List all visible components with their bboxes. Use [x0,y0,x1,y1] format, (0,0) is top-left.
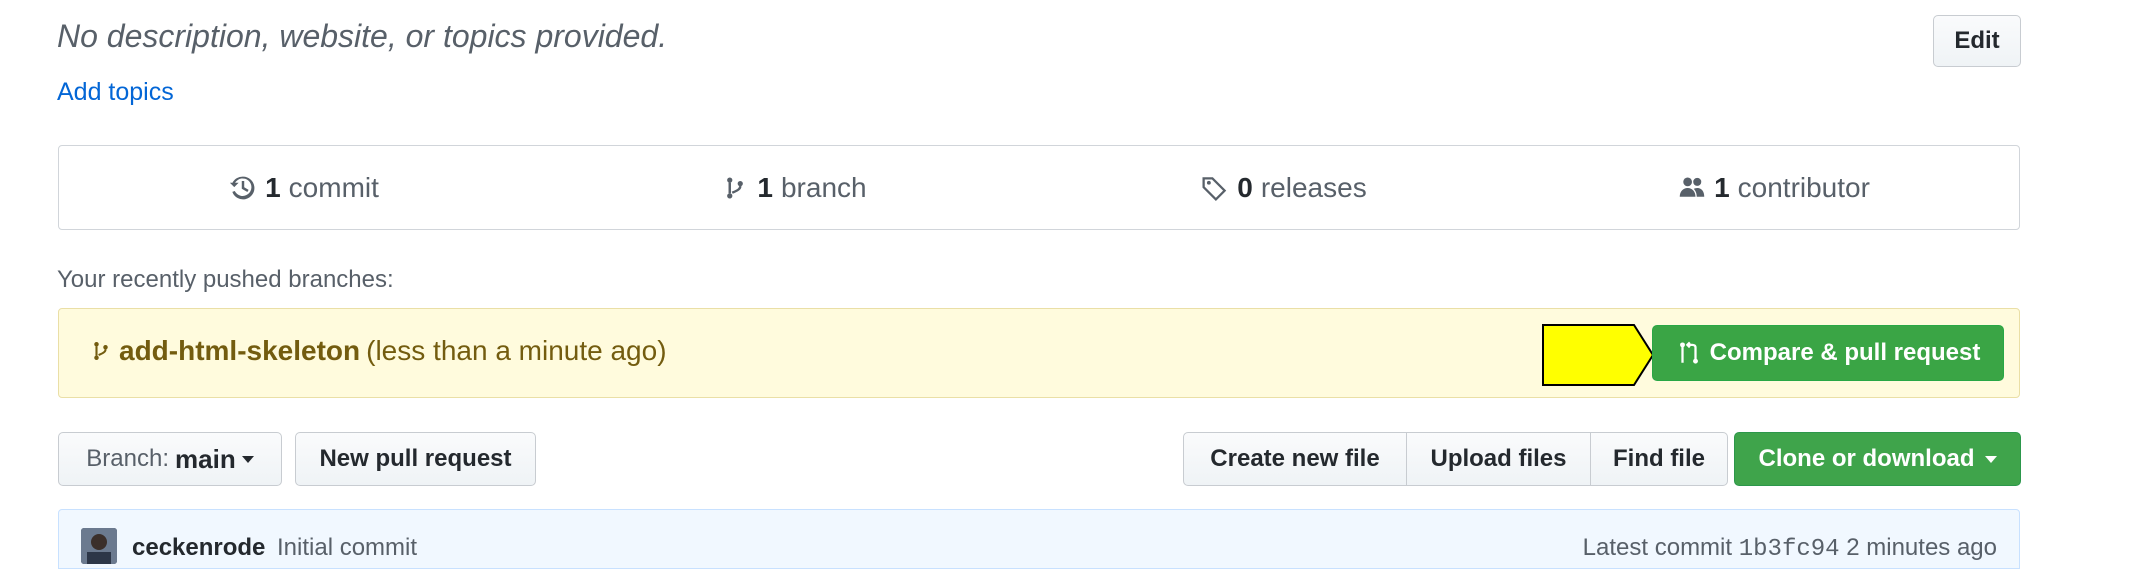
commit-author[interactable]: ceckenrode [132,534,265,562]
contributors-link[interactable]: 1 contributor [1529,146,2019,229]
branches-label: branch [780,171,867,203]
releases-link[interactable]: 0 releases [1039,146,1529,229]
repo-description: No description, website, or topics provi… [57,18,668,54]
find-file-button[interactable]: Find file [1591,432,1728,486]
branch-prefix: Branch: [86,445,170,472]
create-new-file-button[interactable]: Create new file [1183,432,1407,486]
clone-download-label: Clone or download [1758,445,1975,472]
latest-commit-info: Latest commit 1b3fc94 2 minutes ago [1583,534,1997,563]
recent-branch-name[interactable]: add-html-skeleton [119,335,360,367]
new-pull-request-button[interactable]: New pull request [295,432,536,486]
commits-label: commit [288,171,379,203]
upload-files-button[interactable]: Upload files [1407,432,1591,486]
people-icon [1679,177,1705,197]
branches-link[interactable]: 1 branch [549,146,1039,229]
caret-down-icon [241,455,254,463]
history-icon [229,176,255,199]
commit-message[interactable]: Initial commit [277,534,417,562]
clone-download-button[interactable]: Clone or download [1734,432,2021,486]
caret-down-icon [1984,455,1997,463]
recent-branches-label: Your recently pushed branches: [57,266,394,293]
repo-summary-bar: 1 commit 1 branch 0 releases 1 contribut… [58,145,2020,230]
contributors-count: 1 [1714,171,1730,203]
file-actions-group: Create new file Upload files Find file [1183,432,1728,486]
highlight-arrow-icon [1542,324,1654,386]
branches-count: 1 [757,171,773,203]
branch-icon [94,342,108,360]
avatar[interactable] [81,528,117,564]
git-compare-icon [1679,341,1698,364]
edit-button[interactable]: Edit [1933,15,2021,67]
tag-icon [1202,176,1227,201]
recent-push-time: (less than a minute ago) [366,335,667,366]
releases-label: releases [1260,171,1367,203]
add-topics-link[interactable]: Add topics [57,78,174,107]
recent-push-info: add-html-skeleton (less than a minute ag… [89,335,667,367]
branch-icon [727,177,744,198]
commits-count: 1 [265,171,281,203]
latest-commit-label: Latest commit [1582,534,1733,561]
compare-pull-request-button[interactable]: Compare & pull request [1652,325,2004,381]
latest-commit-bar: ceckenrode Initial commit Latest commit … [58,509,2020,569]
compare-pull-request-label: Compare & pull request [1709,339,1981,366]
branch-value: main [175,443,236,474]
commit-sha[interactable]: 1b3fc94 [1739,536,1840,563]
commit-time: 2 minutes ago [1846,534,1997,561]
contributors-label: contributor [1737,171,1870,203]
branch-select-button[interactable]: Branch: main [58,432,282,486]
commits-link[interactable]: 1 commit [59,146,549,229]
releases-count: 0 [1237,171,1253,203]
